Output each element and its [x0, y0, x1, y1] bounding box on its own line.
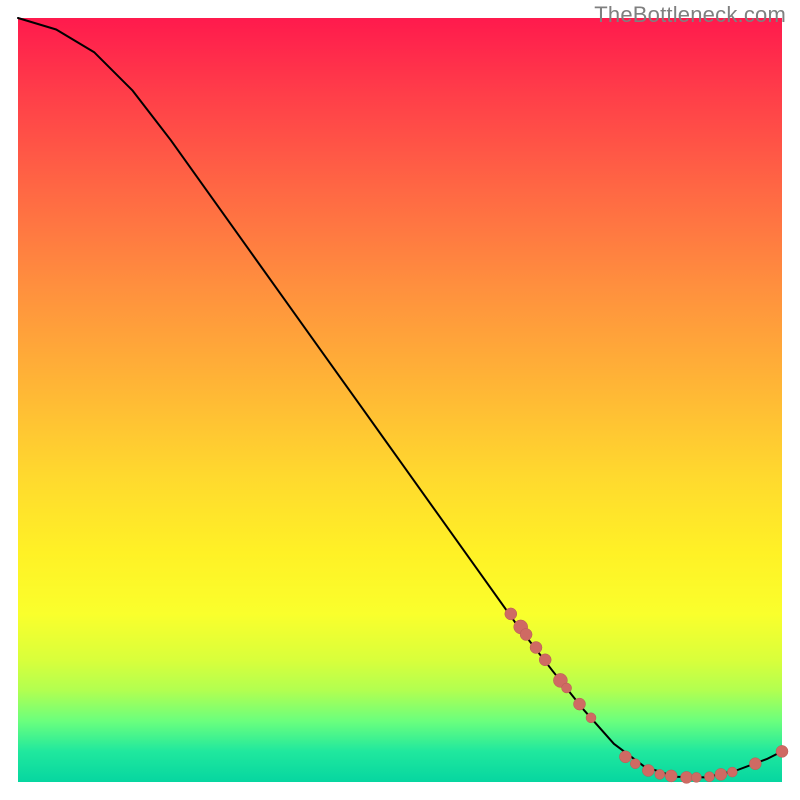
data-marker — [574, 698, 586, 710]
data-marker — [642, 765, 654, 777]
bottleneck-curve — [18, 18, 782, 777]
data-marker — [655, 769, 665, 779]
data-marker — [715, 768, 727, 780]
data-marker — [776, 745, 788, 757]
data-marker — [665, 770, 677, 782]
data-marker — [749, 758, 761, 770]
data-marker — [530, 642, 542, 654]
data-marker — [562, 683, 572, 693]
watermark-text: TheBottleneck.com — [594, 2, 786, 28]
data-marker — [619, 751, 631, 763]
data-marker — [505, 608, 517, 620]
data-marker — [704, 772, 714, 782]
data-marker — [727, 767, 737, 777]
data-marker — [681, 771, 693, 783]
data-marker — [691, 772, 701, 782]
data-marker-group — [505, 608, 788, 784]
chart-stage: TheBottleneck.com — [0, 0, 800, 800]
chart-overlay — [18, 18, 782, 782]
data-marker — [586, 713, 596, 723]
data-marker — [539, 654, 551, 666]
data-marker — [630, 759, 640, 769]
data-marker — [520, 629, 532, 641]
